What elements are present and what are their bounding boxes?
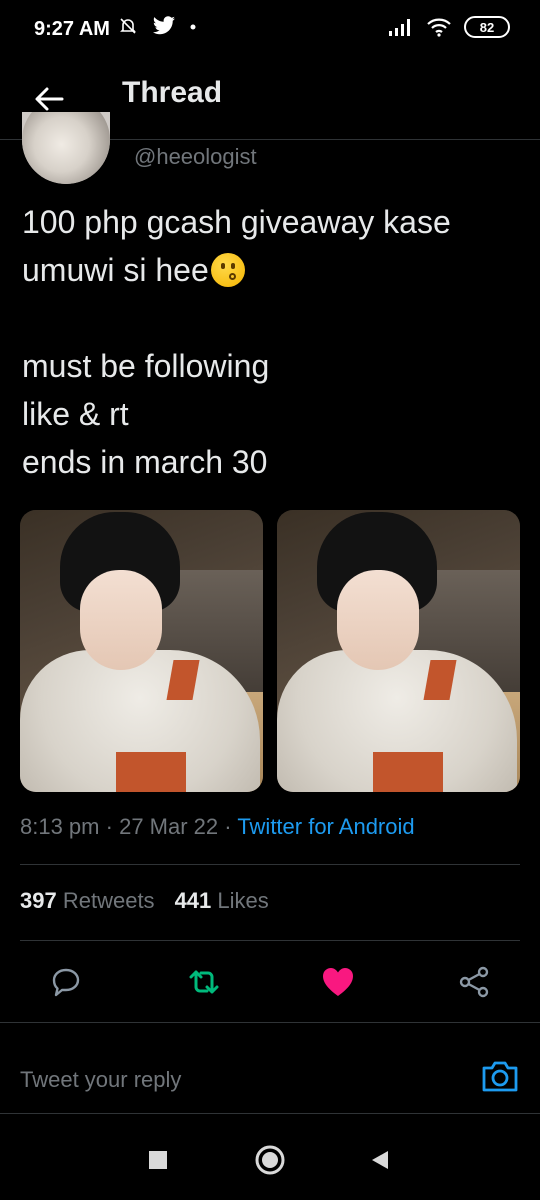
camera-button[interactable] (480, 1056, 520, 1096)
tweet-text-line1: 100 php gcash giveaway kase (22, 204, 451, 240)
tweet-stats: 397 Retweets 441 Likes (20, 888, 269, 914)
retweets-count: 397 (20, 888, 57, 913)
triangle-back-icon (372, 1151, 388, 1169)
share-button[interactable] (450, 958, 498, 1006)
tweet-actions (20, 958, 520, 1006)
page-title: Thread (122, 76, 223, 109)
tweet-text: 100 php gcash giveaway kase umuwi si hee… (22, 198, 522, 486)
square-recents-icon (149, 1151, 167, 1169)
tweet-media (20, 510, 520, 792)
tweet-photo-1[interactable] (20, 510, 263, 792)
reply-button[interactable] (42, 958, 90, 1006)
twitter-bird-icon (153, 16, 175, 35)
like-button[interactable] (314, 958, 362, 1006)
avatar[interactable] (22, 112, 110, 184)
tweet-timestamp: 8:13 pm · 27 Mar 22 · Twitter for Androi… (20, 814, 415, 840)
heart-icon (323, 968, 353, 996)
status-bar: 9:27 AM 82 (0, 0, 540, 62)
status-notification-icons (118, 16, 196, 36)
tweet-date: 27 Mar 22 (119, 814, 219, 839)
section-divider (0, 1022, 540, 1034)
user-handle[interactable]: @heeologist (134, 144, 257, 170)
share-icon (459, 966, 489, 998)
system-back-button[interactable] (362, 1142, 398, 1178)
tweet-photo-2[interactable] (277, 510, 520, 792)
mute-bell-icon (120, 18, 136, 34)
retweet-icon (189, 970, 219, 994)
divider (20, 864, 520, 865)
meta-separator: · (224, 814, 232, 839)
status-time: 9:27 AM (34, 18, 110, 40)
circle-home-icon (255, 1145, 285, 1175)
signal-icon (389, 19, 410, 36)
battery-level: 82 (479, 19, 495, 35)
meta-separator: · (105, 814, 113, 839)
tweet-text-body: must be following like & rt ends in marc… (22, 348, 270, 480)
tweet-source-link[interactable]: Twitter for Android (237, 814, 414, 839)
reply-composer (0, 1034, 540, 1114)
back-arrow-icon (35, 87, 64, 111)
retweet-button[interactable] (180, 958, 228, 1006)
camera-icon (482, 1061, 518, 1092)
dot-icon (190, 24, 196, 30)
system-nav-bar (0, 1116, 540, 1200)
tweet-time: 8:13 pm (20, 814, 100, 839)
home-button[interactable] (252, 1142, 288, 1178)
retweets-stat[interactable]: 397 Retweets (20, 888, 155, 913)
kissing-face-emoji-icon (210, 253, 245, 287)
likes-label: Likes (217, 888, 269, 913)
likes-stat[interactable]: 441 Likes (175, 888, 269, 913)
retweets-label: Retweets (62, 888, 155, 913)
tweet-text-line2: umuwi si hee (22, 252, 209, 288)
recents-button[interactable] (140, 1142, 176, 1178)
reply-input[interactable] (20, 1062, 440, 1098)
reply-bubble-icon (52, 968, 80, 997)
likes-count: 441 (174, 888, 212, 913)
battery-icon: 82 (464, 16, 510, 38)
wifi-icon (427, 18, 451, 37)
divider (20, 940, 520, 941)
